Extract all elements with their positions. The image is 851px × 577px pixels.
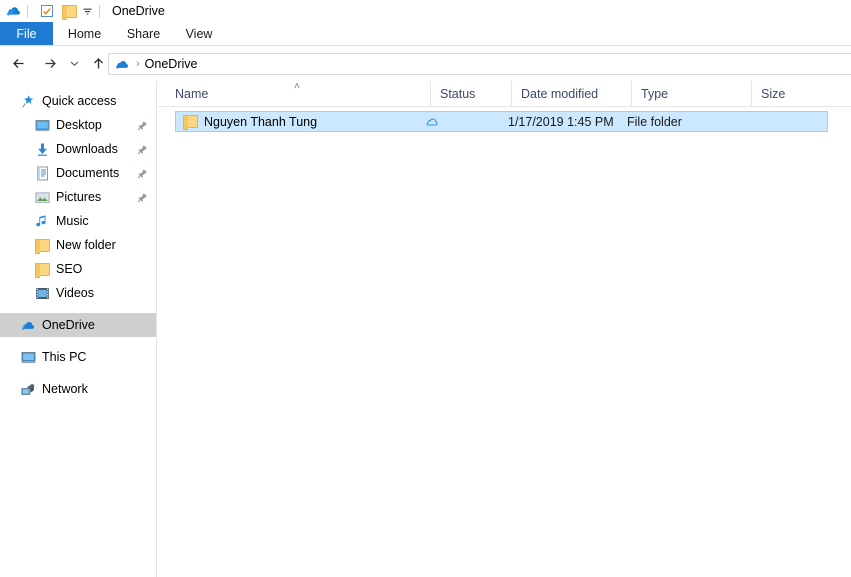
pin-icon[interactable]	[136, 191, 148, 203]
onedrive-cloud-icon	[6, 3, 22, 19]
star-pin-icon	[20, 93, 36, 109]
pin-icon[interactable]	[136, 119, 148, 131]
toolbar-separator-2	[99, 4, 100, 18]
sidebar-label: Downloads	[56, 142, 118, 156]
nav-group-spacer-1	[0, 305, 156, 313]
table-row[interactable]: Nguyen Thanh Tung 1/17/2019 1:45 PM File…	[175, 111, 828, 132]
back-button[interactable]	[8, 50, 30, 76]
ribbon-tab-bar: File Home Share View	[0, 22, 851, 46]
network-icon	[20, 381, 36, 397]
up-button[interactable]	[87, 50, 109, 76]
desktop-icon	[34, 117, 50, 133]
column-header-status[interactable]: Status	[430, 81, 511, 107]
file-name-label: Nguyen Thanh Tung	[204, 114, 318, 129]
tab-share[interactable]: Share	[116, 22, 171, 46]
title-bar: OneDrive	[0, 0, 851, 22]
sort-ascending-icon: ˄	[294, 81, 300, 92]
sidebar-label: Documents	[56, 166, 120, 180]
sidebar-item-network[interactable]: Network	[0, 377, 156, 401]
sidebar-label: Network	[42, 382, 88, 396]
column-header-type[interactable]: Type	[631, 81, 751, 107]
pin-icon[interactable]	[136, 143, 148, 155]
sidebar-item-seo[interactable]: SEO	[0, 257, 156, 281]
sidebar-item-videos[interactable]: Videos	[0, 281, 156, 305]
sidebar-label: Quick access	[42, 94, 117, 108]
sidebar-label: Pictures	[56, 190, 102, 204]
thispc-icon	[20, 349, 36, 365]
new-folder-icon[interactable]	[61, 3, 77, 20]
pin-icon[interactable]	[136, 167, 148, 179]
navigation-pane: Quick access Desktop Downloads Documents…	[0, 81, 157, 577]
recent-locations-chevron-icon[interactable]	[66, 50, 83, 76]
file-list-pane: Name Status Date modified Type Size ˄ Ng…	[158, 81, 851, 577]
column-header-size[interactable]: Size	[751, 81, 831, 107]
onedrive-icon	[20, 317, 36, 333]
sidebar-item-pictures[interactable]: Pictures	[0, 185, 156, 209]
date-modified-cell: 1/17/2019 1:45 PM	[508, 114, 614, 129]
folder-icon	[34, 237, 50, 254]
sidebar-label: Music	[56, 214, 89, 228]
properties-icon[interactable]	[39, 3, 55, 19]
sidebar-item-quick-access[interactable]: Quick access	[0, 89, 156, 113]
videos-icon	[34, 285, 50, 301]
music-icon	[34, 213, 50, 229]
sidebar-label: OneDrive	[42, 318, 95, 332]
sidebar-item-music[interactable]: Music	[0, 209, 156, 233]
breadcrumb-onedrive-icon	[115, 57, 130, 72]
tab-home[interactable]: Home	[53, 22, 116, 46]
tab-view[interactable]: View	[171, 22, 227, 46]
downloads-icon	[34, 141, 50, 157]
sidebar-item-onedrive[interactable]: OneDrive	[0, 313, 156, 337]
address-input[interactable]: › OneDrive	[108, 53, 851, 75]
forward-button[interactable]	[39, 50, 61, 76]
nav-group-spacer-2	[0, 337, 156, 345]
sidebar-label: This PC	[42, 350, 87, 364]
sidebar-item-documents[interactable]: Documents	[0, 161, 156, 185]
sidebar-item-this-pc[interactable]: This PC	[0, 345, 156, 369]
pictures-icon	[34, 189, 50, 205]
window-title: OneDrive	[112, 4, 165, 18]
folder-icon	[34, 261, 50, 278]
folder-icon	[183, 115, 198, 130]
documents-icon	[34, 165, 50, 181]
sidebar-item-downloads[interactable]: Downloads	[0, 137, 156, 161]
file-name-cell: Nguyen Thanh Tung	[183, 114, 318, 130]
nav-group-spacer-3	[0, 369, 156, 377]
column-header-date-modified[interactable]: Date modified	[511, 81, 631, 107]
breadcrumb-separator[interactable]: ›	[136, 58, 140, 70]
status-cloud-online-only-icon	[425, 115, 439, 129]
breadcrumb-item-onedrive[interactable]: OneDrive	[145, 57, 198, 71]
tab-file[interactable]: File	[0, 22, 53, 46]
sidebar-label: Videos	[56, 286, 94, 300]
sidebar-label: Desktop	[56, 118, 102, 132]
type-cell: File folder	[627, 114, 682, 129]
nav-top-spacer	[0, 81, 156, 89]
sidebar-item-new-folder[interactable]: New folder	[0, 233, 156, 257]
toolbar-separator-1	[27, 4, 28, 18]
sidebar-label: SEO	[56, 262, 83, 276]
customize-chevron-icon[interactable]	[80, 3, 94, 19]
sidebar-item-desktop[interactable]: Desktop	[0, 113, 156, 137]
column-header-row: Name Status Date modified Type Size ˄	[158, 81, 851, 107]
sidebar-label: New folder	[56, 238, 116, 252]
